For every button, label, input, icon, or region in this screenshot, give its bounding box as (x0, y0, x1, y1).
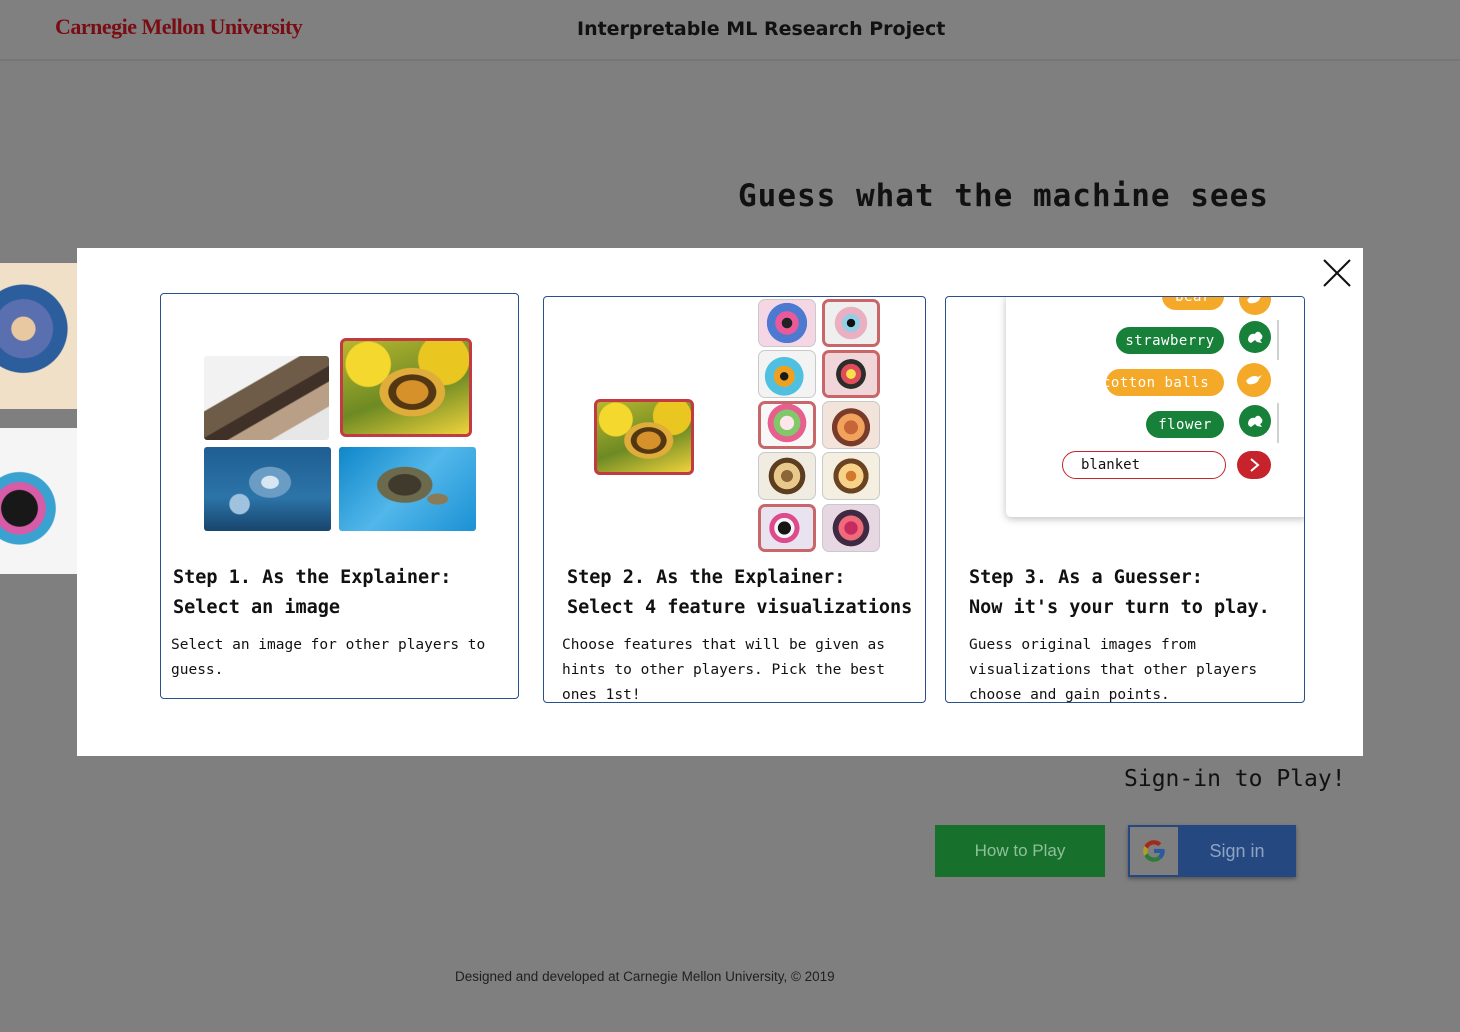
step-1-title-line1: Step 1. As the Explainer: (173, 567, 452, 588)
feature-visualization-selected[interactable] (822, 350, 880, 398)
footer-text: Designed and developed at Carnegie Mello… (455, 969, 835, 984)
step-1-card: Step 1. As the Explainer: Select an imag… (160, 293, 519, 699)
bird-icon (1239, 297, 1271, 315)
guess-pill-label: cotton balls (1106, 374, 1210, 391)
step-3-title: Step 3. As a Guesser: Now it's your turn… (969, 563, 1270, 623)
step-3-title-line1: Step 3. As a Guesser: (969, 567, 1203, 588)
step-2-description: Choose features that will be given as hi… (562, 637, 886, 703)
close-modal-button[interactable] (1320, 256, 1354, 290)
google-icon (1130, 827, 1178, 875)
project-title: Interpretable ML Research Project (577, 18, 946, 40)
feature-visualization[interactable] (758, 299, 816, 347)
feature-visualization-thumbnail (0, 428, 78, 574)
bird-icon (1237, 363, 1271, 397)
step-2-title: Step 2. As the Explainer: Select 4 featu… (567, 563, 912, 623)
guess-history-panel: bear strawberry cotton balls flower (1006, 297, 1304, 517)
step-2-card: Step 2. As the Explainer: Select 4 featu… (543, 296, 926, 703)
step-3-card: bear strawberry cotton balls flower blan… (945, 296, 1305, 703)
close-icon (1323, 259, 1351, 287)
guess-input[interactable] (1062, 451, 1226, 479)
top-header: Carnegie Mellon University Interpretable… (0, 0, 1460, 61)
signin-heading: Sign-in to Play! (1124, 766, 1346, 792)
google-sign-in-button[interactable]: Sign in (1128, 825, 1296, 877)
feature-visualization-selected[interactable] (758, 504, 816, 552)
guess-pill: cotton balls (1106, 369, 1224, 396)
guess-pill: flower (1146, 411, 1224, 438)
how-to-play-button[interactable]: How to Play (935, 825, 1105, 877)
step-1-title: Step 1. As the Explainer: Select an imag… (173, 563, 451, 623)
step-2-title-line2: Select 4 feature visualizations (567, 597, 913, 618)
feature-visualization[interactable] (822, 401, 880, 449)
frog-icon (1239, 405, 1271, 437)
step-3-description: Guess original images from visualization… (969, 637, 1258, 703)
selected-bee-image (594, 399, 694, 475)
submit-guess-button[interactable] (1237, 451, 1271, 479)
divider (1277, 403, 1279, 443)
turtle-image[interactable] (339, 447, 476, 531)
feature-visualization[interactable] (758, 350, 816, 398)
feature-visualization-selected[interactable] (822, 299, 880, 347)
guess-pill: strawberry (1116, 327, 1224, 354)
chevron-right-icon (1250, 458, 1260, 472)
feature-visualization[interactable] (822, 504, 880, 552)
step-2-title-line1: Step 2. As the Explainer: (567, 567, 846, 588)
jellyfish-image[interactable] (204, 447, 331, 531)
hero-heading: Guess what the machine sees (738, 178, 1269, 214)
feature-visualization-selected[interactable] (758, 401, 816, 449)
cmu-logo[interactable]: Carnegie Mellon University (55, 14, 303, 40)
cat-image[interactable] (204, 356, 329, 440)
step-1-title-line2: Select an image (173, 597, 341, 618)
feature-visualization-thumbnail (0, 263, 78, 409)
how-to-play-modal: Step 1. As the Explainer: Select an imag… (77, 248, 1363, 756)
bee-image-selected[interactable] (340, 338, 472, 437)
divider (1277, 320, 1279, 360)
guess-pill: bear (1162, 297, 1224, 310)
frog-icon (1239, 321, 1271, 353)
google-sign-in-label: Sign in (1209, 840, 1265, 861)
feature-visualization[interactable] (758, 452, 816, 500)
step-1-description: Select an image for other players to gue… (171, 637, 486, 678)
step-3-title-line2: Now it's your turn to play. (969, 597, 1270, 618)
feature-visualization[interactable] (822, 452, 880, 500)
